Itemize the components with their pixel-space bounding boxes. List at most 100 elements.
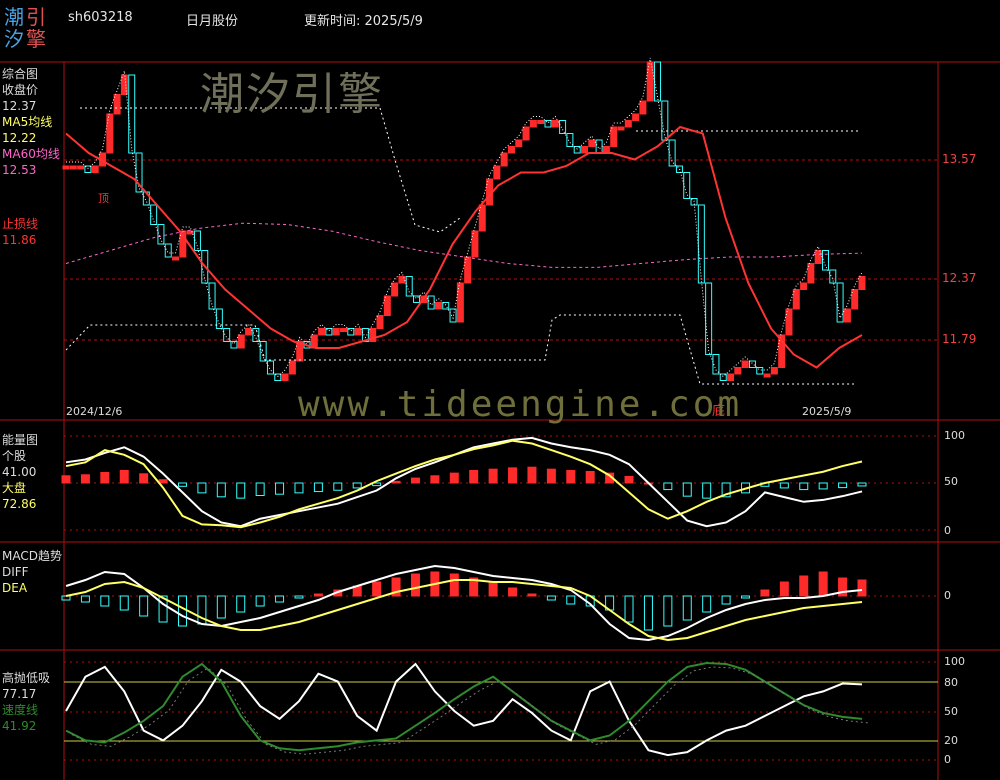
candle (237, 334, 245, 349)
energy-bar (100, 471, 110, 484)
macd-bar (527, 593, 537, 597)
candle (544, 120, 552, 128)
energy-bar (119, 469, 129, 484)
candle (493, 165, 501, 180)
candle (792, 289, 800, 310)
price-tick-low: 11.79 (942, 332, 977, 346)
energy-bar (80, 474, 90, 484)
energy-bar (352, 482, 362, 489)
energy-bar (624, 475, 634, 484)
price-tick-mid: 12.37 (942, 271, 977, 285)
candle (814, 250, 822, 264)
energy-bar (313, 482, 323, 493)
panel_price-label-3: MA5均线 (2, 115, 53, 129)
candle (391, 282, 399, 297)
candle (588, 139, 596, 147)
energy-panel-labels: 能量图 个股 41.00 大盘 72.86 (2, 432, 38, 512)
macd-bar (741, 595, 751, 599)
candle (442, 302, 450, 310)
candle (770, 367, 778, 375)
energy-bar (799, 482, 809, 491)
candle (478, 204, 486, 232)
macd-bar (410, 573, 420, 597)
panel_price-label-4: 12.22 (2, 131, 37, 145)
candle (595, 139, 603, 154)
candle (646, 61, 654, 102)
candle (566, 133, 574, 147)
energy-tick-100: 100 (944, 429, 965, 442)
candle (332, 328, 340, 336)
macd-bar (80, 595, 90, 603)
candle (668, 139, 676, 167)
energy-bar (857, 482, 867, 487)
panel_price-label-1: 收盘价 (2, 83, 39, 97)
macd-bar (857, 579, 867, 597)
osc-tick-80: 80 (944, 676, 958, 689)
panel_price-label-6: 12.53 (2, 163, 37, 177)
candle (69, 165, 77, 170)
macd-bar (546, 595, 556, 601)
panel_energy-label-1: 个股 (2, 449, 27, 463)
energy-bar (779, 482, 789, 489)
brand-watermark: 潮汐引擎 (200, 69, 384, 120)
candle (821, 250, 829, 271)
energy-bar (275, 482, 285, 495)
macd-bar (702, 595, 712, 613)
energy-bar (469, 469, 479, 484)
candle (654, 61, 662, 102)
panel_osc-label-2: 速度线 (2, 703, 39, 717)
ma5-line (66, 57, 863, 378)
energy-bar (663, 482, 673, 491)
candle (617, 126, 625, 131)
panel_price-label-0: 综合图 (2, 67, 39, 81)
macd-bar (449, 573, 459, 597)
candle (340, 328, 348, 332)
energy-bar (61, 475, 71, 484)
candle (376, 315, 384, 329)
osc-speed-line (65, 661, 863, 752)
candle (705, 282, 713, 355)
candle (661, 100, 669, 141)
candle (413, 295, 421, 303)
candle (741, 360, 749, 368)
panel_energy-label-4: 72.86 (2, 497, 37, 511)
panel_osc-label-1: 77.17 (2, 687, 37, 701)
candle (734, 367, 742, 375)
panel_energy-label-0: 能量图 (2, 433, 39, 447)
candle (507, 146, 515, 154)
candle (727, 373, 735, 381)
panel_macd-label-2: DEA (2, 581, 28, 595)
candle (281, 373, 289, 381)
macd-bar (275, 595, 285, 603)
candle (800, 282, 808, 290)
energy-bar (488, 468, 498, 484)
candle (763, 373, 771, 378)
candle (639, 100, 647, 115)
macd-bar (61, 595, 71, 601)
macd-bar (721, 595, 731, 605)
macd-bar (818, 571, 828, 597)
candle (62, 165, 70, 170)
energy-bar (177, 482, 187, 487)
candle (522, 126, 530, 141)
macd-bar (643, 595, 653, 631)
energy-bar (546, 468, 556, 484)
energy-bar (391, 480, 401, 484)
panel_price-label-5: MA60均线 (2, 147, 60, 161)
energy-bar (197, 482, 207, 494)
candle (610, 126, 618, 147)
macd-bar (372, 581, 382, 597)
candle (756, 367, 764, 375)
date-start: 2024/12/6 (66, 405, 123, 418)
range-upper-1 (80, 107, 461, 233)
macd-bar (119, 595, 129, 611)
candle (215, 308, 223, 329)
price-panel-labels: 综合图 收盘价 12.37 MA5均线 12.22 MA60均线 12.53 止损线 11.86 (2, 66, 60, 248)
panel_macd-label-1: DIFF (2, 565, 29, 579)
macd-bar (177, 595, 187, 627)
diff-line (65, 564, 863, 642)
macd-bar (488, 581, 498, 597)
candle (77, 165, 85, 170)
candle (500, 152, 508, 167)
dea-line (65, 579, 863, 642)
